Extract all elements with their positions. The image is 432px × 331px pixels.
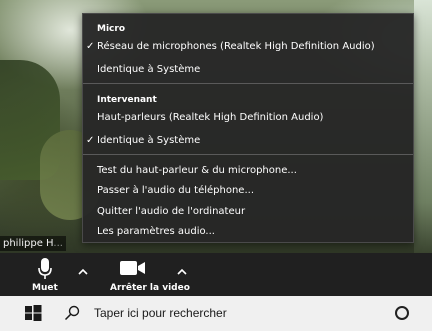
menu-item-leave-computer-audio[interactable]: Quitter l'audio de l'ordinateur xyxy=(83,203,413,220)
meeting-toolbar: Muet Arrêter la video xyxy=(0,253,432,296)
mute-label: Muet xyxy=(32,283,58,293)
microphone-section-header: Micro xyxy=(97,24,125,34)
chevron-up-icon[interactable] xyxy=(176,266,188,278)
participant-name-faded: ... xyxy=(53,238,63,249)
menu-item-switch-to-phone-audio[interactable]: Passer à l'audio du téléphone... xyxy=(83,182,413,199)
audio-options-menu: Micro ✓ Réseau de microphones (Realtek H… xyxy=(82,13,414,243)
windows-logo-icon[interactable] xyxy=(24,304,42,322)
menu-item-speaker-same-as-system[interactable]: ✓ Identique à Système xyxy=(83,132,413,149)
microphone-icon xyxy=(38,258,52,279)
check-icon: ✓ xyxy=(86,135,95,146)
menu-item-speakers-realtek[interactable]: Haut-parleurs (Realtek High Definition A… xyxy=(83,109,413,126)
menu-item-microphone-same-as-system[interactable]: Identique à Système xyxy=(83,61,413,78)
mute-button[interactable]: Muet xyxy=(30,256,60,294)
menu-item-microphone-array[interactable]: ✓ Réseau de microphones (Realtek High De… xyxy=(83,38,413,55)
menu-item-label: Passer à l'audio du téléphone... xyxy=(97,185,254,196)
stop-video-label: Arrêter la video xyxy=(110,283,190,293)
menu-item-label: Réseau de microphones (Realtek High Defi… xyxy=(97,41,375,52)
menu-item-test-speaker-microphone[interactable]: Test du haut-parleur & du microphone... xyxy=(83,162,413,179)
participant-name-tag: philippe H... xyxy=(0,236,66,251)
menu-item-label: Quitter l'audio de l'ordinateur xyxy=(97,206,246,217)
menu-divider xyxy=(83,83,413,84)
menu-item-label: Identique à Système xyxy=(97,64,201,75)
menu-item-label: Les paramètres audio... xyxy=(97,226,215,237)
search-icon[interactable] xyxy=(64,305,80,321)
menu-item-label: Identique à Système xyxy=(97,135,201,146)
speaker-section-header: Intervenant xyxy=(97,95,157,105)
stop-video-button[interactable]: Arrêter la video xyxy=(110,256,190,294)
chevron-up-icon[interactable] xyxy=(77,266,89,278)
participant-name: philippe H xyxy=(3,238,54,249)
windows-taskbar: Taper ici pour rechercher xyxy=(0,296,432,331)
menu-item-label: Test du haut-parleur & du microphone... xyxy=(97,165,297,176)
video-background-edge xyxy=(414,0,432,253)
menu-item-label: Haut-parleurs (Realtek High Definition A… xyxy=(97,112,324,123)
check-icon: ✓ xyxy=(86,41,95,52)
search-input[interactable]: Taper ici pour rechercher xyxy=(94,305,227,322)
menu-divider xyxy=(83,154,413,155)
menu-item-audio-settings[interactable]: Les paramètres audio... xyxy=(83,223,413,240)
video-camera-icon xyxy=(120,261,145,275)
cortana-circle-icon[interactable] xyxy=(395,306,409,320)
